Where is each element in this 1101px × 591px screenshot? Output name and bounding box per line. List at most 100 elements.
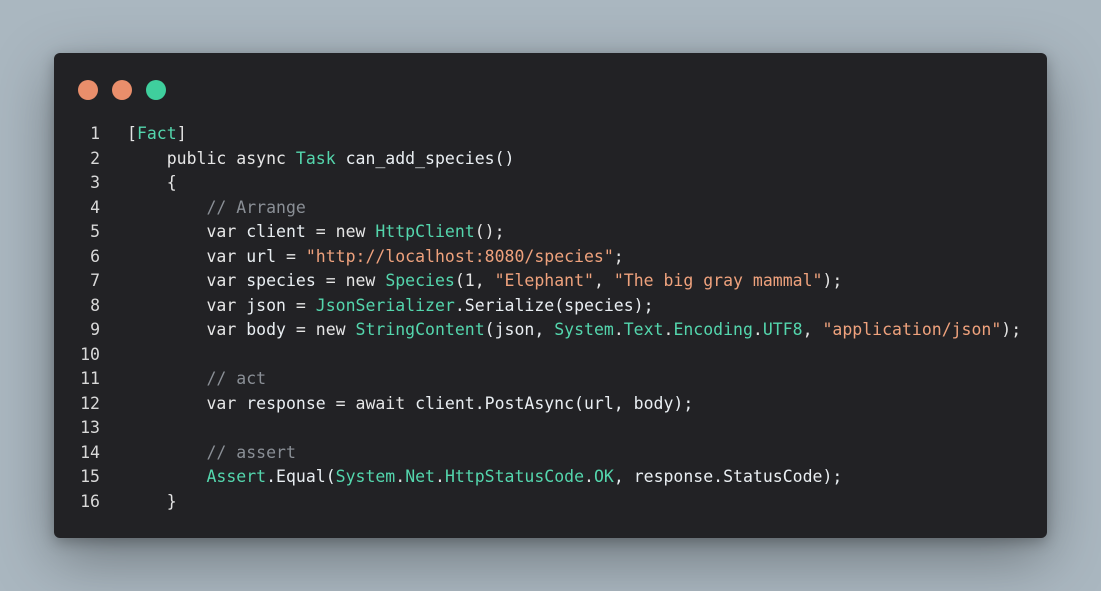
code-token: Assert <box>206 467 267 486</box>
code-text: var url = "http://localhost:8080/species… <box>100 245 624 270</box>
code-token: Task <box>295 148 336 168</box>
line-number: 9 <box>90 320 100 339</box>
code-token: Encoding <box>673 320 753 339</box>
code-line: 10 <box>54 343 1047 368</box>
code-token: , response.StatusCode); <box>613 467 843 486</box>
line-number: 6 <box>90 246 100 266</box>
code-token: var <box>127 271 247 290</box>
code-line: 5 var client = new HttpClient(); <box>54 220 1047 245</box>
code-text: var json = JsonSerializer.Serialize(spec… <box>100 294 654 319</box>
code-line: 2 public async Task can_add_species() <box>54 147 1047 172</box>
maximize-dot-icon[interactable] <box>146 80 166 100</box>
code-token: . <box>613 320 624 339</box>
code-token: var <box>127 393 247 413</box>
code-token: url <box>246 246 277 266</box>
code-token: // Arrange <box>127 197 306 217</box>
code-token: . <box>752 320 763 339</box>
code-window: 1 [Fact] 2 public async Task can_add_speci… <box>54 53 1047 538</box>
code-token: // act <box>127 369 267 388</box>
code-token: var <box>127 222 247 241</box>
code-token: var <box>127 320 247 339</box>
code-line: 16 } <box>54 490 1047 515</box>
code-line: 7 var species = new Species(1, "Elephant… <box>54 269 1047 294</box>
line-number: 7 <box>90 271 100 290</box>
code-token: "http://localhost:8080/species" <box>305 246 614 266</box>
code-text: var response = await client.PostAsync(ur… <box>100 392 693 417</box>
code-text: // Arrange <box>100 196 306 221</box>
code-token: [ <box>127 124 137 143</box>
code-token: var <box>127 295 247 315</box>
code-token: // assert <box>127 442 296 462</box>
code-line: 1 [Fact] <box>54 122 1047 147</box>
code-token: ; <box>613 246 624 266</box>
line-number: 12 <box>80 393 100 413</box>
code-token: Species <box>385 271 455 290</box>
code-token: StringContent <box>355 320 485 339</box>
code-token: = <box>285 295 316 315</box>
code-token: Fact <box>136 124 177 143</box>
code-token: .Serialize(species); <box>454 295 654 315</box>
code-token: species <box>246 271 316 290</box>
code-token: body <box>246 320 286 339</box>
line-number: 15 <box>80 467 100 486</box>
line-number: 10 <box>80 344 100 364</box>
code-line: 9 var body = new StringContent(json, Sys… <box>54 318 1047 343</box>
code-token: = new <box>305 222 376 241</box>
code-line: 13 <box>54 416 1047 441</box>
code-token: Text <box>623 320 664 339</box>
code-line: 15 Assert.Equal(System.Net.HttpStatusCod… <box>54 465 1047 490</box>
code-block: 1 [Fact] 2 public async Task can_add_speci… <box>54 122 1047 514</box>
code-text: [Fact] <box>100 122 187 147</box>
code-text: var client = new HttpClient(); <box>100 220 505 245</box>
code-text: var species = new Species(1, "Elephant",… <box>100 269 842 294</box>
code-line: 14 // assert <box>54 441 1047 466</box>
code-token: "application/json" <box>822 320 1002 339</box>
code-token: ); <box>1001 320 1022 339</box>
code-token: "The big gray mammal" <box>613 271 823 290</box>
code-token: System <box>554 320 614 339</box>
code-line: 4 // Arrange <box>54 196 1047 221</box>
code-token: = await <box>325 393 416 413</box>
code-token: HttpStatusCode <box>444 467 585 486</box>
code-token: . <box>395 467 406 486</box>
code-token: . <box>435 467 445 486</box>
code-text: var body = new StringContent(json, Syste… <box>100 318 1021 343</box>
code-token: can_add_species() <box>335 148 515 168</box>
line-number: 11 <box>80 369 100 388</box>
code-token: client.PostAsync(url, body); <box>415 393 694 413</box>
line-number: 1 <box>90 124 100 143</box>
code-token: "Elephant" <box>494 271 594 290</box>
code-token: = <box>276 246 306 266</box>
code-token: Net <box>405 467 435 486</box>
code-token: (1, <box>454 271 495 290</box>
code-token: { <box>127 173 177 192</box>
code-token: var <box>127 246 247 266</box>
code-text: // assert <box>100 441 296 466</box>
code-line: 3 { <box>54 171 1047 196</box>
code-token: public async <box>127 148 296 168</box>
code-token: OK <box>593 467 614 486</box>
code-text: Assert.Equal(System.Net.HttpStatusCode.O… <box>100 465 842 490</box>
close-dot-icon[interactable] <box>78 80 98 100</box>
code-token: (); <box>474 222 505 241</box>
line-number: 13 <box>80 418 100 437</box>
line-number: 5 <box>90 222 100 241</box>
line-number: 16 <box>80 491 100 511</box>
code-token: .Equal( <box>266 467 336 486</box>
code-token: json <box>246 295 286 315</box>
window-controls <box>78 80 166 100</box>
code-text: public async Task can_add_species() <box>100 147 515 172</box>
code-token: = new <box>285 320 356 339</box>
code-token: JsonSerializer <box>315 295 455 315</box>
minimize-dot-icon[interactable] <box>112 80 132 100</box>
code-token: response <box>246 393 326 413</box>
code-token: HttpClient <box>375 222 475 241</box>
code-token: = new <box>315 271 386 290</box>
code-text: } <box>100 490 177 515</box>
code-token: } <box>127 491 177 511</box>
code-token: ] <box>176 124 187 143</box>
line-number: 14 <box>80 442 100 462</box>
